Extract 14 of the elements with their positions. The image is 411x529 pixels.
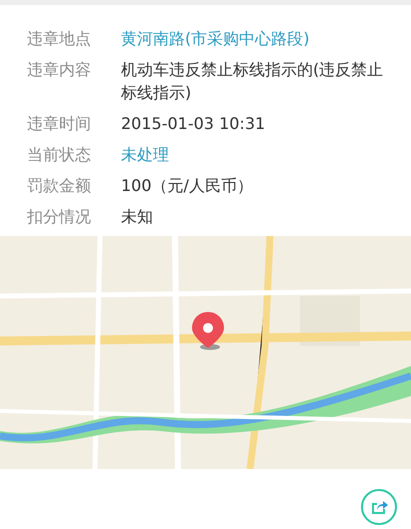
field-value: 100（元/人民币）	[121, 175, 253, 197]
field-value: 机动车违反禁止标线指示的(违反禁止标线指示)	[121, 59, 384, 104]
field-value: 黄河南路(市采购中心路段)	[121, 28, 310, 50]
field-label: 罚款金额	[27, 175, 92, 197]
field-value: 未知	[121, 206, 153, 228]
field-value: 未处理	[121, 144, 169, 166]
share-button[interactable]	[361, 489, 397, 525]
field-label: 违章时间	[27, 113, 92, 135]
field-value: 2015-01-03 10:31	[121, 113, 266, 135]
field-label: 违章地点	[27, 28, 92, 50]
field-label: 当前状态	[27, 144, 92, 166]
field-label: 扣分情况	[27, 206, 92, 228]
field-label: 违章内容	[27, 59, 92, 81]
share-icon	[370, 499, 388, 515]
